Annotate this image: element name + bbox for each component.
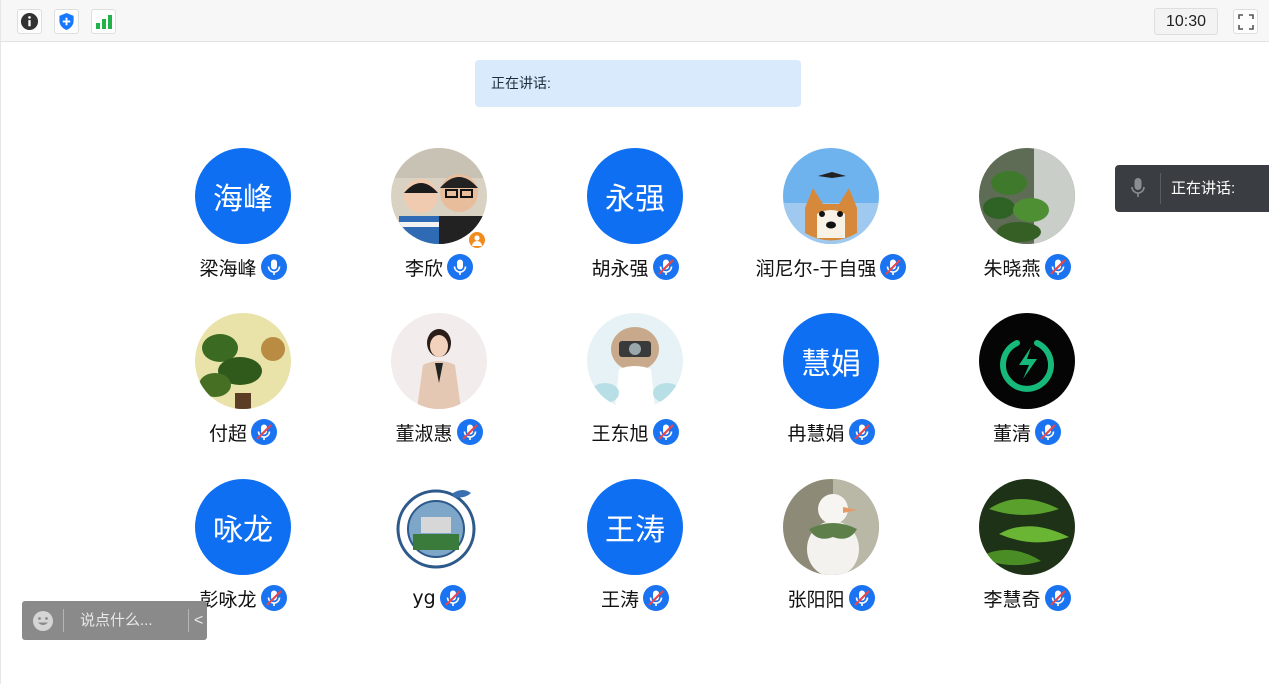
mic-muted-icon[interactable] bbox=[652, 419, 679, 445]
collapse-chevron-icon[interactable]: < bbox=[194, 601, 203, 640]
signal-icon bbox=[95, 14, 112, 29]
mic-muted-icon[interactable] bbox=[260, 585, 287, 611]
mic-muted-icon[interactable] bbox=[643, 585, 669, 611]
participant-tile[interactable]: 王涛 王涛 bbox=[543, 479, 723, 619]
participant-name: 王东旭 bbox=[591, 422, 649, 445]
avatar bbox=[587, 313, 683, 409]
woman-portrait-photo bbox=[391, 313, 487, 409]
participant-name: 润尼尔-于自强 bbox=[755, 257, 877, 280]
participant-name: 李慧奇 bbox=[983, 588, 1041, 611]
avatar: 海峰 bbox=[195, 148, 291, 244]
mic-muted-icon[interactable] bbox=[848, 419, 875, 445]
avatar bbox=[979, 313, 1075, 409]
chat-input-bar[interactable]: 说点什么... < bbox=[22, 601, 207, 640]
speaking-panel-label: 正在讲话: bbox=[1171, 180, 1236, 197]
avatar: 王涛 bbox=[587, 479, 683, 575]
green-power-logo bbox=[979, 313, 1075, 409]
meeting-window: 10:30 正在讲话: 海峰 梁海峰 李欣 永强 胡永强 润尼尔-于自强 朱晓燕… bbox=[0, 0, 1269, 684]
mic-muted-icon[interactable] bbox=[880, 254, 907, 280]
emoji-icon[interactable] bbox=[32, 610, 54, 632]
network-button[interactable] bbox=[91, 9, 116, 34]
info-icon bbox=[20, 12, 39, 31]
participant-name: 董清 bbox=[992, 422, 1031, 445]
mic-muted-icon[interactable] bbox=[1044, 585, 1071, 611]
mic-muted-icon[interactable] bbox=[848, 585, 875, 611]
university-seal bbox=[391, 479, 487, 575]
avatar bbox=[979, 479, 1075, 575]
avatar bbox=[195, 313, 291, 409]
mic-muted-icon[interactable] bbox=[1044, 254, 1071, 280]
participant-tile[interactable]: 永强 胡永强 bbox=[543, 148, 723, 288]
participant-name: 冉慧娟 bbox=[787, 422, 845, 445]
participant-tile[interactable]: 海峰 梁海峰 bbox=[151, 148, 331, 288]
avatar bbox=[979, 148, 1075, 244]
participant-tile[interactable]: 张阳阳 bbox=[739, 479, 919, 619]
participant-name: yg bbox=[412, 587, 436, 609]
participant-name: 李欣 bbox=[404, 257, 443, 280]
speaking-panel[interactable]: 正在讲话: bbox=[1115, 165, 1269, 212]
mic-muted-icon[interactable] bbox=[652, 254, 679, 280]
participant-tile[interactable]: 慧娟 冉慧娟 bbox=[739, 313, 919, 453]
mic-active-icon[interactable] bbox=[447, 254, 473, 280]
anime-girl-camera bbox=[587, 313, 683, 409]
shield-icon bbox=[59, 13, 74, 30]
participant-name: 胡永强 bbox=[591, 257, 649, 280]
participant-tile[interactable]: 王东旭 bbox=[543, 313, 723, 453]
participant-tile[interactable]: 董淑惠 bbox=[347, 313, 527, 453]
avatar bbox=[783, 479, 879, 575]
family-photo bbox=[391, 148, 487, 244]
participant-name: 彭咏龙 bbox=[199, 588, 257, 611]
potted-plant-photo bbox=[195, 313, 291, 409]
participant-name: 梁海峰 bbox=[199, 257, 257, 280]
participant-name: 付超 bbox=[208, 422, 247, 445]
divider bbox=[63, 609, 64, 632]
divider bbox=[1160, 173, 1161, 204]
participant-tile[interactable]: 润尼尔-于自强 bbox=[739, 148, 919, 288]
participant-name: 朱晓燕 bbox=[983, 257, 1041, 280]
fullscreen-button[interactable] bbox=[1233, 9, 1258, 34]
participant-tile[interactable]: 朱晓燕 bbox=[935, 148, 1115, 288]
avatar bbox=[783, 148, 879, 244]
duck-figurine-photo bbox=[783, 479, 879, 575]
green-leaves-photo bbox=[979, 479, 1075, 575]
avatar bbox=[391, 479, 487, 575]
participant-tile[interactable]: 董清 bbox=[935, 313, 1115, 453]
avatar: 咏龙 bbox=[195, 479, 291, 575]
mic-muted-icon[interactable] bbox=[439, 585, 466, 611]
avatar: 永强 bbox=[587, 148, 683, 244]
info-button[interactable] bbox=[17, 9, 42, 34]
host-badge bbox=[467, 230, 487, 250]
avatar bbox=[391, 148, 487, 244]
mic-muted-icon[interactable] bbox=[251, 419, 277, 445]
chat-placeholder[interactable]: 说点什么... bbox=[80, 601, 153, 640]
speaking-banner: 正在讲话: bbox=[475, 60, 801, 107]
mic-muted-icon[interactable] bbox=[1035, 419, 1061, 445]
divider bbox=[188, 609, 189, 632]
shiba-dog-photo bbox=[783, 148, 879, 244]
participant-name: 王涛 bbox=[600, 588, 639, 611]
participant-tile[interactable]: 咏龙 彭咏龙 bbox=[151, 479, 331, 619]
mic-active-icon[interactable] bbox=[260, 254, 287, 280]
participant-tile[interactable]: 李欣 bbox=[347, 148, 527, 288]
mic-muted-icon[interactable] bbox=[456, 419, 483, 445]
plants-photo bbox=[979, 148, 1075, 244]
security-button[interactable] bbox=[54, 9, 79, 34]
participant-tile[interactable]: 付超 bbox=[151, 313, 331, 453]
mic-icon bbox=[1131, 178, 1145, 197]
participant-tile[interactable]: 李慧奇 bbox=[935, 479, 1115, 619]
avatar: 慧娟 bbox=[783, 313, 879, 409]
participant-tile[interactable]: yg bbox=[347, 479, 527, 619]
fullscreen-icon bbox=[1237, 13, 1254, 30]
avatar bbox=[391, 313, 487, 409]
top-toolbar: 10:30 bbox=[1, 0, 1269, 42]
person-icon bbox=[472, 235, 482, 246]
meeting-timer: 10:30 bbox=[1154, 8, 1218, 35]
participant-name: 张阳阳 bbox=[787, 588, 845, 611]
participant-name: 董淑惠 bbox=[395, 422, 453, 445]
